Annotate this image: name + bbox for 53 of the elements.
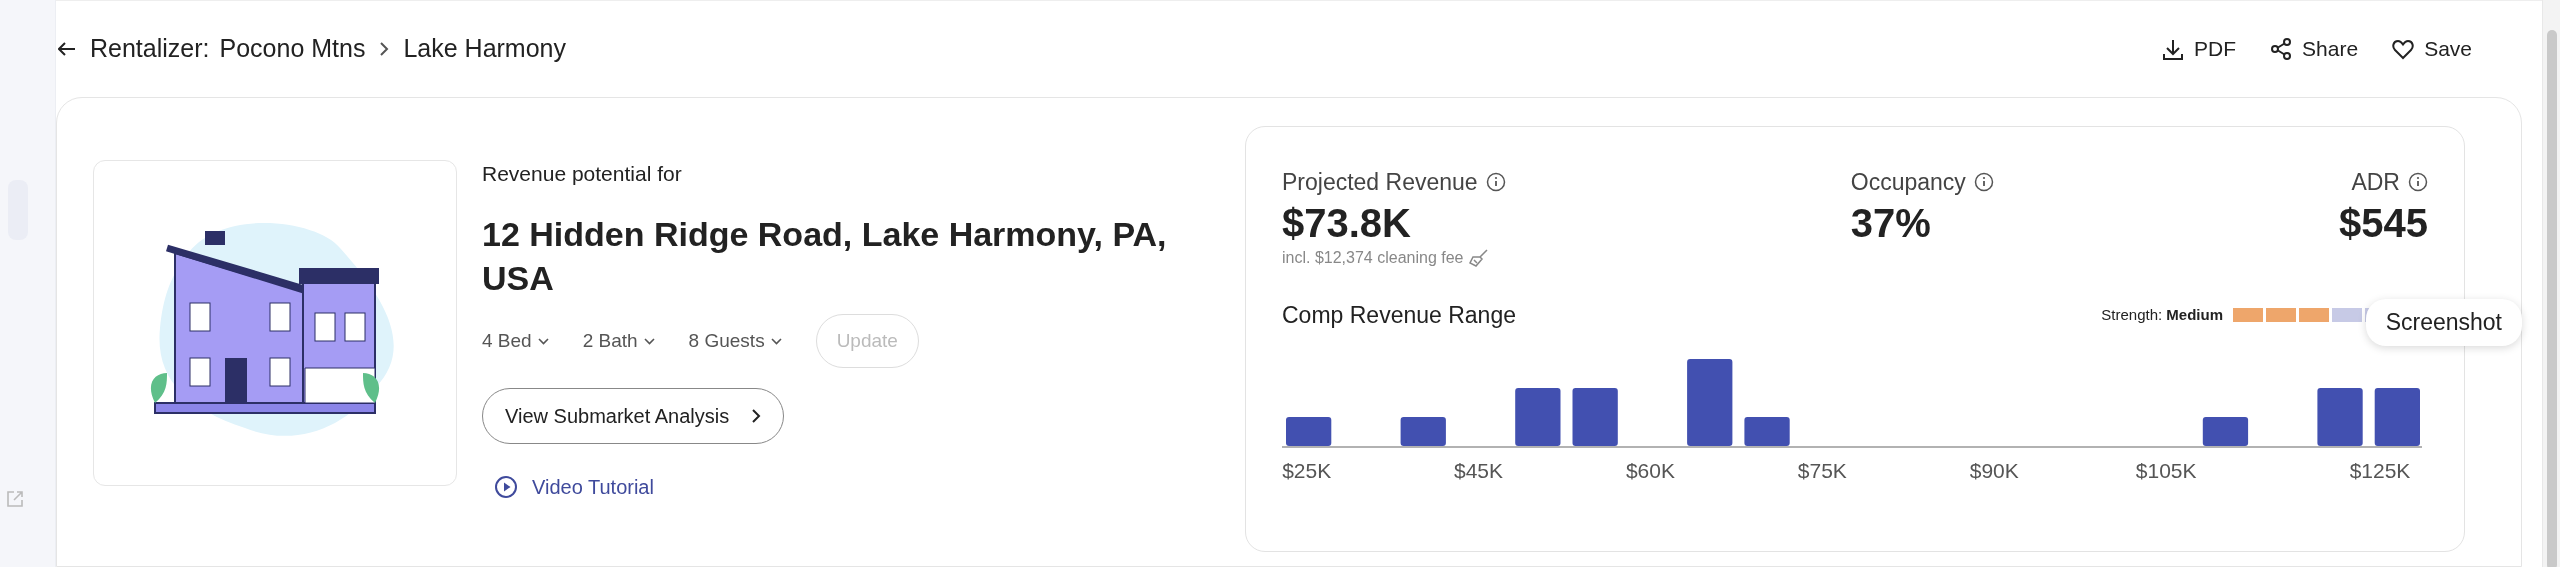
video-tutorial-link[interactable]: Video Tutorial — [494, 472, 1202, 503]
download-button[interactable]: PDF — [2162, 33, 2237, 65]
histogram-bar — [1744, 417, 1790, 446]
breadcrumb-link[interactable]: Pocono Mtns — [219, 30, 366, 68]
info-icon[interactable] — [1973, 172, 1994, 193]
info-icon[interactable] — [1485, 172, 1506, 193]
histogram-bar — [1286, 417, 1332, 446]
histogram-bar — [1572, 388, 1618, 446]
histogram-bar — [1515, 388, 1561, 446]
tooltip: Screenshot — [2365, 299, 2522, 346]
dropdown-selector[interactable]: 4 Bed — [482, 326, 549, 356]
play-icon — [494, 475, 518, 500]
chevron-right-icon — [379, 41, 390, 57]
metric-label: ADR — [2351, 168, 2400, 197]
heart-button[interactable]: Save — [2392, 33, 2472, 65]
info-icon[interactable] — [2408, 172, 2428, 193]
axis-tick-label: $45K — [1454, 459, 1504, 482]
scrollbar[interactable] — [2546, 30, 2557, 567]
strength-label: Strength: Medium — [2101, 304, 2223, 325]
heart-icon — [2392, 37, 2415, 61]
share-icon — [2270, 37, 2293, 61]
breadcrumb-root[interactable]: Rentalizer: — [90, 30, 210, 68]
histogram-bar — [2202, 417, 2249, 446]
metric-value: $73.8K — [1282, 199, 1412, 246]
back-arrow-icon[interactable] — [58, 42, 76, 56]
chevron-down-icon — [537, 337, 549, 345]
histogram-bar — [2317, 388, 2363, 446]
axis-tick-label: $105K — [2135, 459, 2197, 482]
dropdown-selector[interactable]: 8 Guests — [688, 326, 782, 356]
dropdown-selector[interactable]: 2 Bath — [582, 326, 655, 356]
download-icon — [2162, 37, 2185, 61]
metric-value: $545 — [2339, 199, 2428, 246]
chevron-down-icon — [770, 337, 782, 345]
axis-tick-label: $25K — [1282, 459, 1332, 482]
axis-tick-label: $125K — [2349, 459, 2411, 482]
chevron-down-icon — [643, 337, 655, 345]
breadcrumb-current: Lake Harmony — [403, 33, 566, 65]
share-button[interactable]: Share — [2270, 33, 2359, 65]
axis-tick-label: $75K — [1797, 459, 1847, 482]
submarket-analysis-button[interactable]: View Submarket Analysis — [482, 388, 785, 445]
intro-text: Revenue potential for — [482, 161, 683, 187]
metric-label: Occupancy — [1850, 168, 1966, 197]
axis-tick-label: $60K — [1625, 459, 1675, 482]
property-address: 12 Hidden Ridge Road, Lake Harmony, PA, USA — [482, 213, 1168, 299]
cleaning-fee-note: incl. $12,374 cleaning fee — [1282, 247, 1464, 268]
histogram-bar — [2374, 388, 2420, 446]
chevron-right-icon — [751, 408, 762, 425]
chart-title: Comp Revenue Range — [1282, 300, 1516, 330]
axis-tick-label: $90K — [1969, 459, 2019, 482]
histogram-bar — [1400, 417, 1446, 446]
metric-label: Projected Revenue — [1282, 168, 1478, 197]
metric-value: 37% — [1850, 199, 1932, 246]
broom-icon — [1469, 248, 1490, 267]
